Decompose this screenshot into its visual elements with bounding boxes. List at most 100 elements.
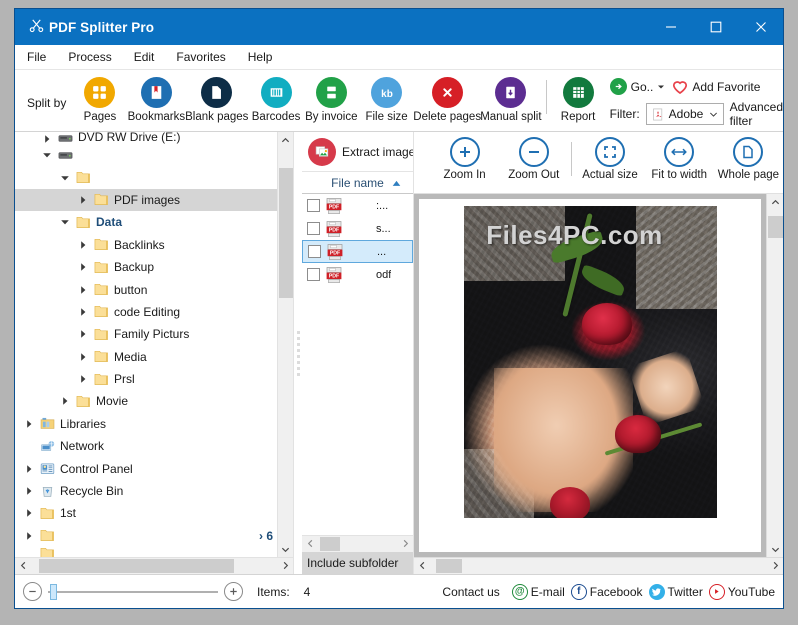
file-name-column-header[interactable]: File name [302, 172, 413, 194]
plus-circle-icon[interactable] [224, 582, 243, 601]
chevron-down-icon[interactable] [767, 541, 783, 557]
file-row-checkbox[interactable] [308, 245, 321, 258]
file-row-checkbox[interactable] [307, 268, 320, 281]
extract-image-button[interactable]: Extract image [302, 132, 413, 172]
chevron-up-icon[interactable] [767, 194, 783, 210]
tree-item-backup[interactable]: Backup [15, 256, 277, 278]
zoom-in-button[interactable]: Zoom In [430, 137, 499, 181]
chevron-right-icon[interactable] [57, 396, 73, 406]
chevron-left-icon[interactable] [302, 539, 318, 550]
split-by-invoice-button[interactable]: By invoice [304, 74, 359, 123]
tree-item-family-picturs[interactable]: Family Picturs [15, 323, 277, 345]
preview-vertical-scrollbar[interactable] [766, 194, 783, 557]
chevron-right-icon[interactable] [397, 539, 413, 550]
thumbnail-size-slider[interactable] [48, 583, 218, 600]
minimize-icon[interactable] [648, 9, 693, 45]
menu-item-process[interactable]: Process [58, 47, 121, 67]
file-row-checkbox[interactable] [307, 222, 320, 235]
twitter-link[interactable]: Twitter [648, 583, 703, 600]
close-icon[interactable] [738, 9, 783, 45]
tree-item-data[interactable]: Data [15, 211, 277, 233]
split-by-pages-button[interactable]: Pages [72, 74, 127, 123]
go-button[interactable]: Go.. [609, 78, 666, 95]
chevron-right-icon[interactable] [21, 486, 37, 496]
preview-hscroll-thumb[interactable] [436, 559, 462, 573]
preview-horizontal-scrollbar[interactable] [414, 557, 783, 574]
chevron-right-icon[interactable] [21, 531, 37, 541]
tree-item-control-panel[interactable]: Control Panel [15, 457, 277, 479]
pane-splitter[interactable] [294, 132, 302, 574]
chevron-right-icon[interactable] [21, 508, 37, 518]
chevron-right-icon[interactable] [39, 134, 55, 144]
minus-circle-icon[interactable] [23, 582, 42, 601]
file-list-row[interactable]: PDF s... [302, 217, 413, 240]
tree-item-media[interactable]: Media [15, 346, 277, 368]
tree-item-19[interactable] [15, 547, 277, 557]
chevron-right-icon[interactable] [75, 262, 91, 272]
report-button[interactable]: Report [550, 74, 605, 123]
chevron-right-icon[interactable] [75, 285, 91, 295]
preview-canvas[interactable]: Files4PC.com [414, 194, 766, 557]
chevron-right-icon[interactable] [75, 329, 91, 339]
chevron-left-icon[interactable] [15, 561, 31, 572]
chevron-right-icon[interactable] [277, 561, 293, 572]
tree-item-button[interactable]: button [15, 278, 277, 300]
tree-item-recycle-bin[interactable]: Recycle Bin [15, 480, 277, 502]
tree-item-prsl[interactable]: Prsl [15, 368, 277, 390]
tree-hscroll-thumb[interactable] [39, 559, 234, 573]
tree-item-network[interactable]: Network [15, 435, 277, 457]
chevron-left-icon[interactable] [414, 561, 430, 572]
chevron-right-icon[interactable] [21, 419, 37, 429]
chevron-down-icon[interactable] [278, 541, 293, 557]
chevron-right-icon[interactable] [75, 195, 91, 205]
preview-hscroll-track[interactable] [430, 558, 767, 574]
file-list-hscroll-thumb[interactable] [320, 537, 340, 551]
file-row-checkbox[interactable] [307, 199, 320, 212]
split-by-blank-pages-button[interactable]: Blank pages [185, 74, 248, 123]
tree-item-18[interactable]: › 6 [15, 525, 277, 547]
slider-thumb[interactable] [50, 583, 57, 600]
tree-hscroll-track[interactable] [31, 558, 277, 574]
actual-size-button[interactable]: Actual size [575, 137, 644, 181]
tree-item-movie[interactable]: Movie [15, 390, 277, 412]
include-subfolder-button[interactable]: Include subfolder [302, 552, 413, 574]
chevron-right-icon[interactable] [767, 561, 783, 572]
tree-item-1st[interactable]: 1st [15, 502, 277, 524]
tree-item-dvd-rw-drive-e[interactable]: DVD RW Drive (E:) [15, 132, 277, 144]
tree-vertical-scrollbar[interactable] [277, 132, 293, 557]
chevron-up-icon[interactable] [278, 132, 293, 148]
maximize-icon[interactable] [693, 9, 738, 45]
folder-tree[interactable]: DVD RW Drive (E:) PDF images Data Backlinks… [15, 132, 277, 557]
chevron-right-icon[interactable] [75, 352, 91, 362]
tree-item-1[interactable] [15, 144, 277, 166]
email-link[interactable]: @ E-mail [511, 583, 565, 600]
file-list-horizontal-scrollbar[interactable] [302, 535, 413, 552]
tree-item-pdf-images[interactable]: PDF images [15, 188, 277, 212]
whole-page-button[interactable]: Whole page [714, 137, 783, 181]
split-by-file-size-button[interactable]: kb File size [359, 74, 414, 123]
split-by-bookmarks-button[interactable]: Bookmarks [128, 74, 185, 123]
menu-item-file[interactable]: File [17, 47, 56, 67]
chevron-right-icon[interactable] [21, 464, 37, 474]
tree-item-code-editing[interactable]: code Editing [15, 301, 277, 323]
tree-item-2[interactable] [15, 166, 277, 188]
advanced-filter-link[interactable]: Advanced filter [730, 100, 783, 128]
chevron-right-icon[interactable] [75, 307, 91, 317]
tree-horizontal-scrollbar[interactable] [15, 557, 293, 574]
file-list[interactable]: PDF:... PDF s... PDF... PDF odf [302, 194, 413, 535]
preview-scroll-track[interactable] [767, 210, 783, 541]
file-list-row[interactable]: PDF odf [302, 263, 413, 286]
file-list-row[interactable]: PDF:... [302, 194, 413, 217]
chevron-right-icon[interactable] [75, 374, 91, 384]
menu-item-favorites[interactable]: Favorites [166, 47, 235, 67]
chevron-down-icon[interactable] [57, 173, 73, 183]
facebook-link[interactable]: f Facebook [570, 583, 643, 600]
tree-scroll-track[interactable] [278, 148, 293, 541]
menu-item-help[interactable]: Help [238, 47, 283, 67]
tree-item-backlinks[interactable]: Backlinks [15, 234, 277, 256]
youtube-link[interactable]: YouTube [708, 583, 775, 600]
add-favorite-button[interactable]: Add Favorite [671, 78, 760, 95]
tree-scroll-thumb[interactable] [279, 168, 293, 298]
file-list-hscroll-track[interactable] [318, 536, 397, 552]
delete-pages-button[interactable]: Delete pages [413, 74, 481, 123]
